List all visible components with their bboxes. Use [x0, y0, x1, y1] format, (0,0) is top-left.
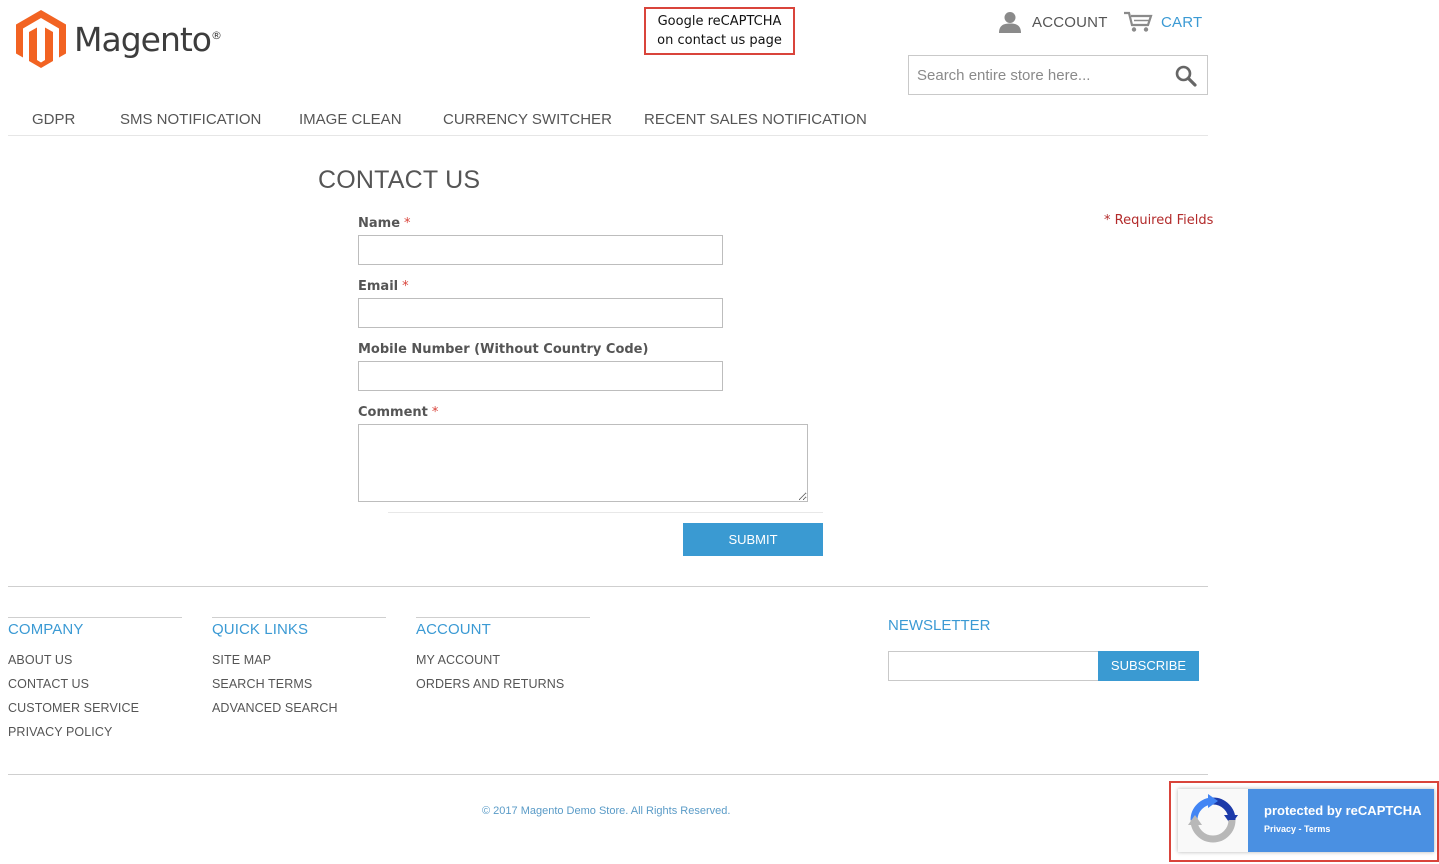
recaptcha-icon [1188, 794, 1238, 843]
mobile-field[interactable] [358, 361, 723, 391]
footer-link-site-map[interactable]: SITE MAP [212, 653, 271, 667]
comment-field[interactable] [358, 424, 808, 502]
quick-links-title: QUICK LINKS [212, 621, 309, 638]
newsletter-email-input[interactable] [888, 651, 1099, 681]
nav-item-recent-sales-notification[interactable]: RECENT SALES NOTIFICATION [644, 111, 867, 128]
recaptcha-badge[interactable]: protected by reCAPTCHA Privacy - Terms [1178, 789, 1434, 852]
form-divider [388, 512, 823, 513]
footer-link-privacy-policy[interactable]: PRIVACY POLICY [8, 725, 112, 739]
footer-link-orders-and-returns[interactable]: ORDERS AND RETURNS [416, 677, 564, 691]
email-label: Email * [358, 279, 409, 294]
footer-link-search-terms[interactable]: SEARCH TERMS [212, 677, 312, 691]
search-input[interactable] [909, 56, 1169, 94]
company-title: COMPANY [8, 621, 84, 638]
mobile-label: Mobile Number (Without Country Code) [358, 342, 649, 357]
cart-label: CART [1161, 13, 1203, 31]
nav-item-image-clean[interactable]: IMAGE CLEAN [299, 111, 402, 128]
account-title: ACCOUNT [416, 621, 491, 638]
copyright: © 2017 Magento Demo Store. All Rights Re… [482, 805, 731, 817]
required-fields-note: * Required Fields [1104, 213, 1214, 228]
nav-item-sms-notification[interactable]: SMS NOTIFICATION [120, 111, 261, 128]
account-column-rule [416, 617, 590, 618]
quick-links-column-rule [212, 617, 386, 618]
comment-label: Comment * [358, 405, 439, 420]
recaptcha-privacy-terms[interactable]: Privacy - Terms [1264, 824, 1434, 834]
logo[interactable]: Magento® [16, 10, 222, 68]
user-icon [999, 12, 1021, 33]
name-field[interactable] [358, 235, 723, 265]
footer-link-advanced-search[interactable]: ADVANCED SEARCH [212, 701, 338, 715]
footer-divider [8, 586, 1208, 587]
magento-logo-icon [16, 10, 66, 68]
subscribe-button[interactable]: SUBSCRIBE [1098, 651, 1199, 681]
logo-text: Magento® [74, 19, 222, 59]
account-link[interactable]: ACCOUNT [998, 10, 1108, 34]
footer-link-about-us[interactable]: ABOUT US [8, 653, 72, 667]
search-box [908, 55, 1208, 95]
footer-bottom-divider [8, 774, 1208, 775]
nav-item-currency-switcher[interactable]: CURRENCY SWITCHER [443, 111, 612, 128]
page-title: CONTACT US [318, 166, 481, 194]
recaptcha-text-panel: protected by reCAPTCHA Privacy - Terms [1248, 789, 1434, 852]
footer-link-customer-service[interactable]: CUSTOMER SERVICE [8, 701, 139, 715]
submit-button[interactable]: SUBMIT [683, 523, 823, 556]
company-column-rule [8, 617, 182, 618]
recaptcha-logo [1178, 789, 1248, 852]
account-label: ACCOUNT [1032, 13, 1108, 31]
name-label: Name * [358, 216, 411, 231]
annotation-line-2: on contact us page [657, 33, 782, 48]
annotation-line-1: Google reCAPTCHA [657, 14, 782, 29]
nav-item-gdpr[interactable]: GDPR [32, 111, 75, 128]
search-icon[interactable] [1175, 65, 1197, 87]
email-field[interactable] [358, 298, 723, 328]
newsletter-title: NEWSLETTER [888, 617, 991, 634]
recaptcha-protected-text: protected by reCAPTCHA [1264, 803, 1422, 818]
recaptcha-annotation: Google reCAPTCHA on contact us page [644, 7, 795, 55]
cart-link[interactable]: CART [1123, 10, 1202, 34]
footer-link-contact-us[interactable]: CONTACT US [8, 677, 89, 691]
footer-link-my-account[interactable]: MY ACCOUNT [416, 653, 500, 667]
main-nav: GDPR SMS NOTIFICATION IMAGE CLEAN CURREN… [8, 104, 1208, 136]
cart-icon [1124, 11, 1153, 32]
